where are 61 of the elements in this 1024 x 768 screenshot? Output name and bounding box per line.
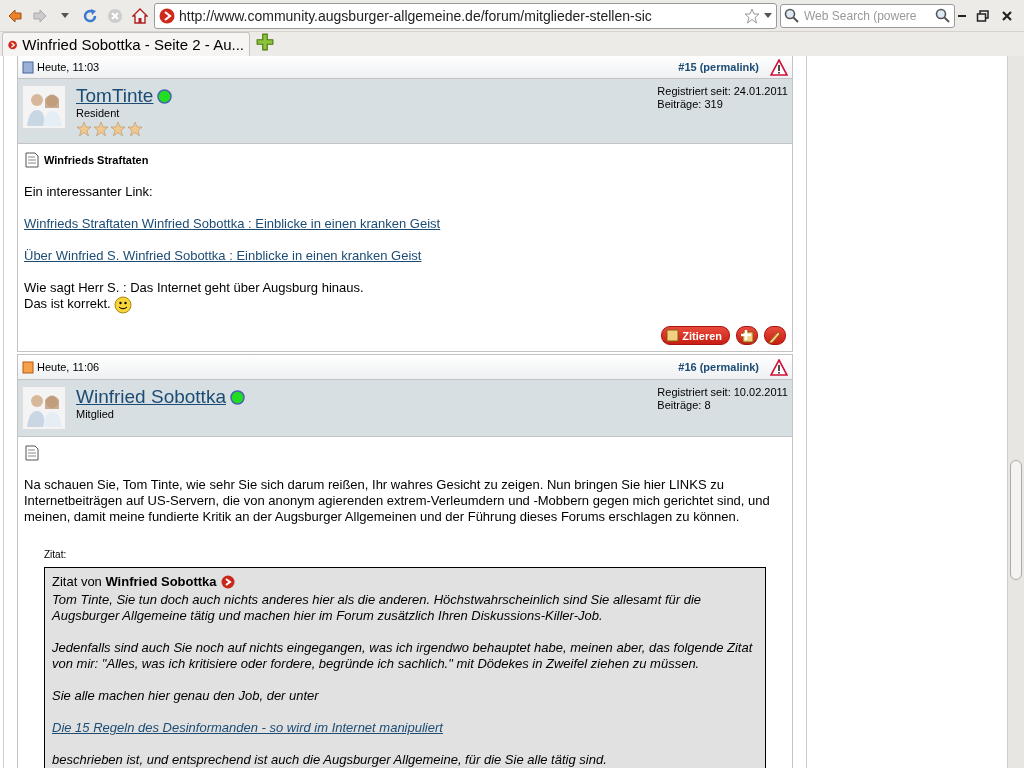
post-text: Wie sagt Herr S. : Das Internet geht über Augsburg hinaus. — [24, 280, 364, 295]
warning-icon — [770, 58, 788, 76]
post-link[interactable]: Die 15 Regeln des Desinformanden - so wird im Internet manipuliert — [52, 720, 443, 735]
star-icon — [110, 121, 126, 137]
post-count: Beiträge: 8 — [657, 399, 712, 412]
browser-tab[interactable]: Winfried Sobottka - Seite 2 - Au... — [2, 32, 250, 56]
post-link[interactable]: Winfrieds Straftaten Winfried Sobottka : Einblicke in einen kranken Geist — [24, 216, 441, 231]
document-icon — [24, 445, 40, 461]
search-input[interactable]: Web Search (powere — [804, 8, 931, 23]
post-count: Beiträge: 319 — [657, 98, 724, 111]
scrollbar[interactable] — [1007, 56, 1024, 768]
post-text: Na schauen Sie, Tom Tinte, wie sehr Sie sich darum reißen, Ihr wahres Gesicht zu zeigen. Nun bringen Sie hier LINKS zu Internetbeiträgen auf US-Servern, die von anonym agierenden extrem-Verleumdern und -Mobbern gegen mich gerichtet sind, und meinen, damit meine fundierte Kritik an der Augsburger Allgemeinen und der Führung dieses Forums erschlagen zu können. — [24, 477, 771, 525]
registration-date: Registriert seit: 24.01.2011 — [657, 85, 788, 98]
search-field[interactable]: Web Search (powere — [780, 3, 955, 28]
star-icon — [93, 121, 109, 137]
quote-button[interactable]: Zitieren — [661, 326, 730, 345]
user-rank: Resident — [76, 107, 121, 119]
new-tab-plus-icon — [256, 33, 274, 51]
user-rank: Mitglied — [76, 408, 115, 420]
back-arrow-icon — [7, 7, 23, 24]
plus-note-icon — [740, 328, 754, 343]
close-icon — [1000, 8, 1014, 23]
post-date: Heute, 11:03 — [37, 61, 100, 73]
reload-icon — [82, 7, 98, 24]
dropdown-caret-icon — [61, 13, 69, 18]
star-icon — [76, 121, 92, 137]
post-text: Jedenfalls sind auch Sie noch auf nichts eingegangen, was ich irgendwo behauptet habe, meinen aber, das folgende Zitat von mir: "Alles, was ich kritisiere oder fordere, begründe ich sachlich." mit Dödekes in Zweifel ziehen zu müssen. — [52, 640, 754, 672]
post-text: Sie alle machen hier genau den Job, der unter — [52, 688, 320, 704]
site-favicon-icon — [159, 7, 175, 24]
search-icon — [784, 7, 800, 24]
stop-icon — [107, 7, 123, 24]
warning-icon — [770, 358, 788, 376]
post-text: Tom Tinte, Sie tun doch auch nichts anderes hier als die anderen. Höchstwahrscheinlich sind Sie allesamt für die Augsburger Allgemeine tätig und machen hier im Forum zusätzlich Ihren Diskussions-Killer-Job. — [52, 592, 703, 624]
username-link[interactable]: TomTinte — [76, 85, 154, 107]
post-title: Winfrieds Straftaten — [44, 153, 149, 168]
permalink[interactable]: #16 (permalink) — [678, 361, 759, 373]
post-text: Ein interessanter Link: — [24, 184, 154, 200]
dropdown-caret-icon — [764, 13, 772, 18]
post-text: beschrieben ist, und entsprechend ist auch die Augsburger Allgemeine, für die Sie alle tätig sind. — [52, 752, 608, 768]
post-link[interactable]: Über Winfried S. Winfried Sobottka : Einblicke in einen kranken Geist — [24, 248, 422, 263]
bookmark-star-icon — [744, 7, 760, 24]
quote-label: Zitat: — [44, 548, 68, 562]
note-icon — [666, 329, 680, 342]
avatar-icon — [22, 85, 66, 129]
document-icon — [24, 152, 40, 168]
address-bar[interactable]: http://www.community.augsburger-allgemeine.de/forum/mitglieder-stellen-sic — [154, 2, 777, 29]
edit-button[interactable] — [764, 326, 786, 345]
post-date: Heute, 11:06 — [37, 361, 100, 373]
star-icon — [127, 121, 143, 137]
quote-author: Zitat von Winfried Sobottka — [52, 574, 217, 590]
home-icon — [132, 7, 148, 24]
restore-icon — [976, 8, 990, 23]
avatar-icon — [22, 386, 66, 430]
forward-arrow-icon — [32, 7, 48, 24]
multi-quote-button[interactable] — [736, 326, 758, 345]
minimize-icon — [958, 14, 966, 17]
permalink[interactable]: #15 (permalink) — [678, 61, 759, 73]
registration-date: Registriert seit: 10.02.2011 — [657, 386, 788, 399]
username-link[interactable]: Winfried Sobottka — [76, 386, 226, 408]
post-text: Das ist korrekt. — [24, 296, 111, 312]
search-icon — [935, 7, 951, 24]
